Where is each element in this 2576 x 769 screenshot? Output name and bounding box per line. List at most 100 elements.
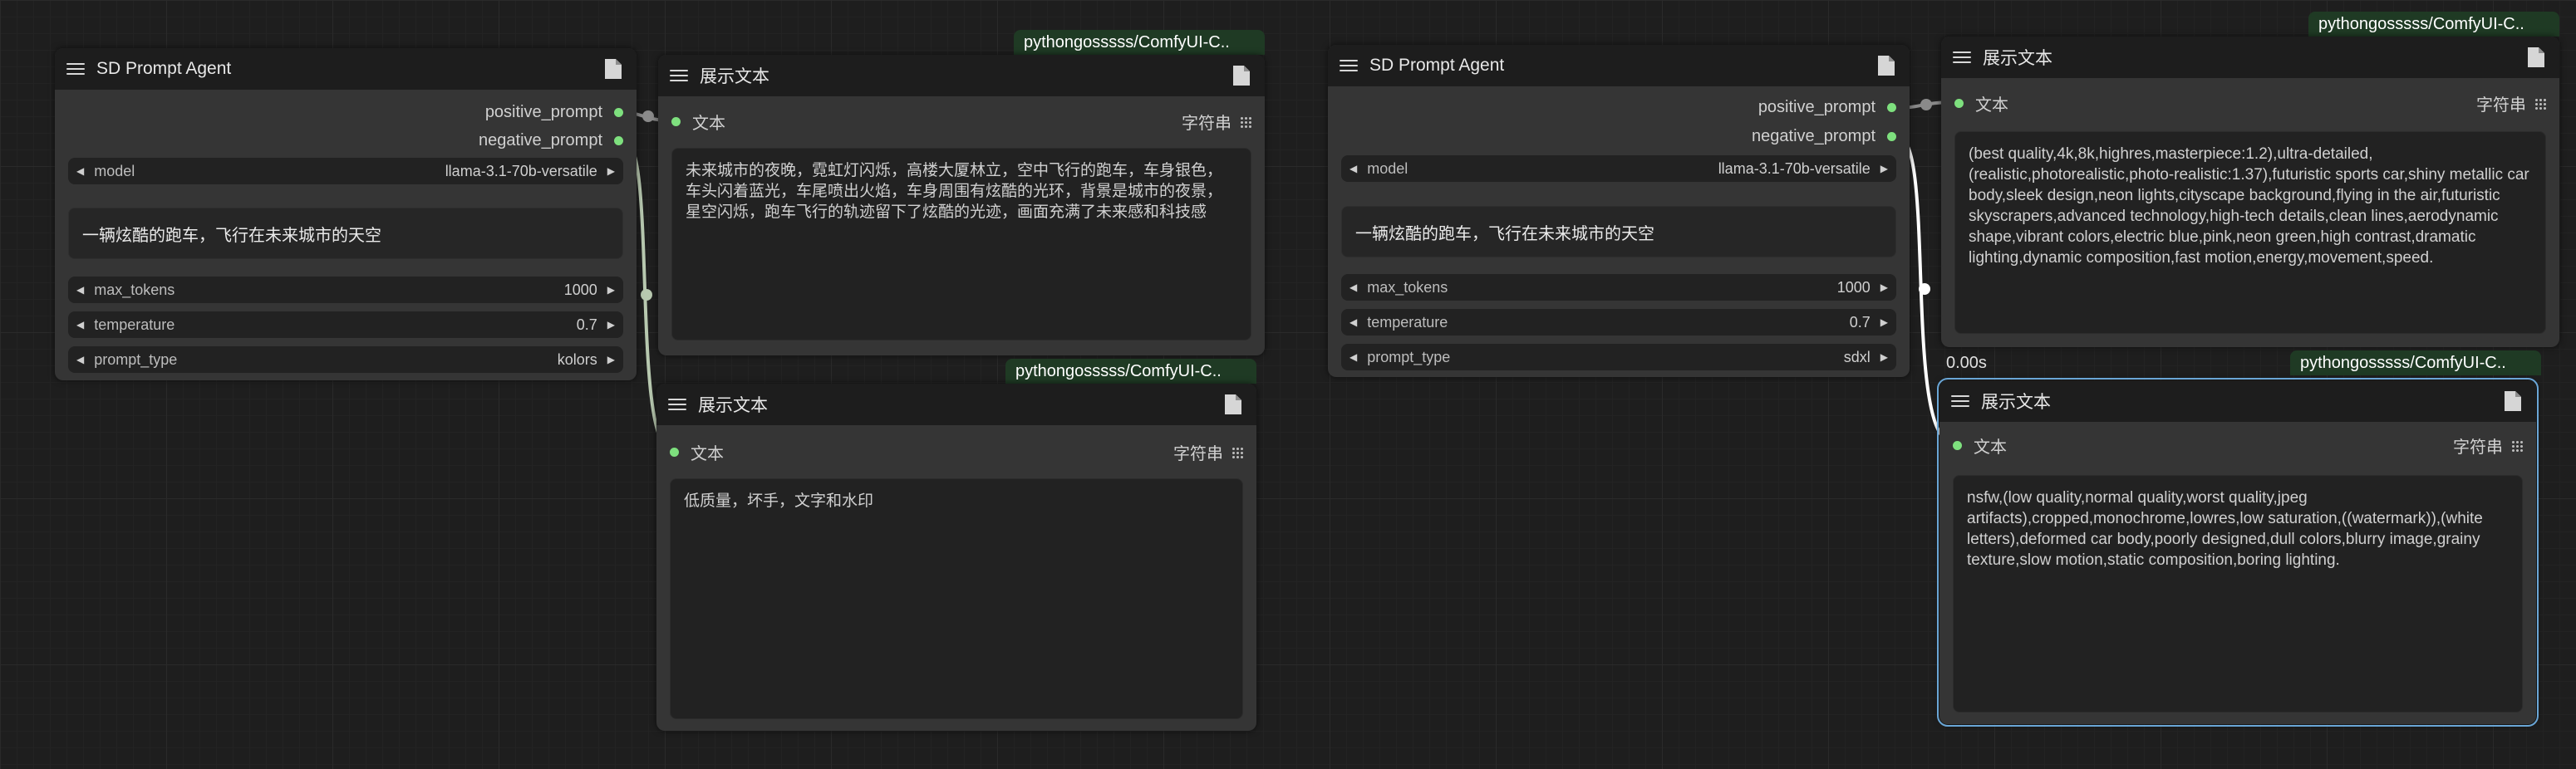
document-icon[interactable] — [605, 59, 622, 79]
prompt-type-widget[interactable]: ◀ prompt_type kolors ▶ — [68, 346, 623, 373]
arrow-right-icon[interactable]: ▶ — [1880, 316, 1888, 328]
node-title: SD Prompt Agent — [96, 59, 232, 78]
node-header[interactable]: 展示文本 — [656, 384, 1256, 425]
node-source-badge: pythongosssss/ComfyUI-C.. — [1014, 30, 1265, 55]
show-text-node-2[interactable]: 展示文本 文本 字符串 低质量，坏手，文字和水印 — [656, 384, 1256, 731]
input-label: 文本 — [691, 445, 724, 463]
widget-value: 0.7 — [1849, 313, 1871, 331]
execution-timer: 0.00s — [1946, 354, 1987, 372]
text-output-area[interactable]: 低质量，坏手，文字和水印 — [670, 478, 1243, 719]
node-header[interactable]: 展示文本 — [1939, 380, 2536, 422]
arrow-right-icon[interactable]: ▶ — [1880, 163, 1888, 174]
arrow-right-icon[interactable]: ▶ — [607, 319, 615, 331]
wire-midpoint-2 — [641, 289, 652, 301]
node-title: 展示文本 — [1981, 393, 2051, 412]
arrow-left-icon[interactable]: ◀ — [1349, 316, 1357, 328]
model-combo-widget[interactable]: ◀ model llama-3.1-70b-versatile ▶ — [1341, 155, 1896, 182]
show-text-node-3[interactable]: 展示文本 文本 字符串 (best quality,4k,8k,highres,… — [1941, 37, 2559, 347]
document-icon[interactable] — [1878, 56, 1895, 76]
widget-value: llama-3.1-70b-versatile — [1718, 159, 1871, 177]
grid-icon — [1231, 446, 1243, 458]
text-output-area[interactable]: nsfw,(low quality,normal quality,worst q… — [1953, 475, 2523, 713]
output-slot-negative-prompt[interactable]: negative_prompt — [479, 131, 623, 150]
arrow-left-icon[interactable]: ◀ — [76, 319, 84, 331]
arrow-left-icon[interactable]: ◀ — [76, 354, 84, 365]
prompt-input-field[interactable]: 一辆炫酷的跑车，飞行在未来城市的天空 — [1341, 206, 1896, 257]
node-title: 展示文本 — [698, 396, 768, 415]
text-output-area[interactable]: 未来城市的夜晚，霓虹灯闪烁，高楼大厦林立，空中飞行的跑车，车身银色，车头闪着蓝光… — [671, 148, 1251, 340]
slot-dot-icon[interactable] — [671, 117, 681, 126]
input-slot-text[interactable]: 文本 — [1953, 433, 2007, 458]
input-slot-text[interactable]: 文本 — [671, 110, 725, 134]
slot-type-label: 字符串 — [1173, 440, 1243, 464]
menu-icon[interactable] — [668, 399, 686, 410]
arrow-left-icon[interactable]: ◀ — [1349, 351, 1357, 363]
input-label: 文本 — [1975, 96, 2008, 115]
slot-dot-icon[interactable] — [1887, 103, 1896, 112]
node-source-badge: pythongosssss/ComfyUI-C.. — [2290, 350, 2541, 375]
node-source-badge: pythongosssss/ComfyUI-C.. — [2308, 12, 2559, 37]
show-text-node-4[interactable]: 展示文本 文本 字符串 nsfw,(low quality,normal qua… — [1937, 378, 2539, 727]
output-slot-positive-prompt[interactable]: positive_prompt — [485, 103, 623, 122]
document-icon[interactable] — [2505, 391, 2521, 411]
slot-dot-icon[interactable] — [1954, 99, 1964, 108]
node-header[interactable]: SD Prompt Agent — [1328, 45, 1910, 86]
temperature-widget[interactable]: ◀ temperature 0.7 ▶ — [1341, 309, 1896, 336]
slot-dot-icon[interactable] — [614, 108, 623, 117]
output-slot-positive-prompt[interactable]: positive_prompt — [1758, 98, 1896, 117]
arrow-right-icon[interactable]: ▶ — [607, 354, 615, 365]
node-header[interactable]: SD Prompt Agent — [55, 48, 637, 90]
type-label: 字符串 — [2453, 438, 2503, 457]
input-slot-text[interactable]: 文本 — [670, 440, 724, 464]
input-label: 文本 — [1974, 438, 2007, 457]
document-icon[interactable] — [1233, 66, 1250, 86]
output-label: positive_prompt — [1757, 98, 1875, 116]
prompt-input-field[interactable]: 一辆炫酷的跑车，飞行在未来城市的天空 — [68, 208, 623, 259]
temperature-widget[interactable]: ◀ temperature 0.7 ▶ — [68, 311, 623, 338]
arrow-left-icon[interactable]: ◀ — [76, 165, 84, 177]
sd-prompt-agent-node-1[interactable]: SD Prompt Agent positive_prompt negative… — [55, 48, 637, 380]
arrow-right-icon[interactable]: ▶ — [1880, 282, 1888, 293]
arrow-right-icon[interactable]: ▶ — [1880, 351, 1888, 363]
arrow-left-icon[interactable]: ◀ — [1349, 282, 1357, 293]
grid-icon — [2534, 97, 2546, 110]
menu-icon[interactable] — [66, 63, 85, 75]
widget-value: sdxl — [1843, 348, 1871, 365]
arrow-left-icon[interactable]: ◀ — [76, 284, 84, 296]
slot-dot-icon[interactable] — [670, 448, 679, 457]
show-text-node-1[interactable]: 展示文本 文本 字符串 未来城市的夜晚，霓虹灯闪烁，高楼大厦林立，空中飞行的跑车… — [658, 55, 1265, 355]
widget-value: 0.7 — [576, 316, 597, 333]
document-icon[interactable] — [2528, 47, 2544, 67]
menu-icon[interactable] — [1340, 60, 1358, 71]
widget-name: prompt_type — [94, 350, 178, 368]
arrow-left-icon[interactable]: ◀ — [1349, 163, 1357, 174]
max-tokens-widget[interactable]: ◀ max_tokens 1000 ▶ — [68, 277, 623, 303]
node-title: 展示文本 — [1983, 49, 2052, 68]
node-header[interactable]: 展示文本 — [658, 55, 1265, 96]
node-header[interactable]: 展示文本 — [1941, 37, 2559, 78]
widget-name: max_tokens — [94, 281, 175, 298]
widget-value: 1000 — [1836, 278, 1871, 296]
output-label: positive_prompt — [484, 103, 602, 121]
arrow-right-icon[interactable]: ▶ — [607, 284, 615, 296]
slot-type-label: 字符串 — [2453, 433, 2523, 458]
slot-dot-icon[interactable] — [1953, 441, 1962, 450]
widget-name: model — [1367, 159, 1408, 177]
arrow-right-icon[interactable]: ▶ — [607, 165, 615, 177]
input-slot-text[interactable]: 文本 — [1954, 91, 2008, 115]
type-label: 字符串 — [2476, 96, 2526, 115]
menu-icon[interactable] — [1951, 395, 1969, 407]
max-tokens-widget[interactable]: ◀ max_tokens 1000 ▶ — [1341, 274, 1896, 301]
slot-dot-icon[interactable] — [1887, 132, 1896, 141]
document-icon[interactable] — [1225, 394, 1241, 414]
model-combo-widget[interactable]: ◀ model llama-3.1-70b-versatile ▶ — [68, 158, 623, 184]
menu-icon[interactable] — [670, 70, 688, 81]
slot-dot-icon[interactable] — [614, 136, 623, 145]
grid-icon — [2511, 439, 2523, 452]
prompt-type-widget[interactable]: ◀ prompt_type sdxl ▶ — [1341, 344, 1896, 370]
text-output-area[interactable]: (best quality,4k,8k,highres,masterpiece:… — [1954, 131, 2546, 334]
sd-prompt-agent-node-2[interactable]: SD Prompt Agent positive_prompt negative… — [1328, 45, 1910, 377]
menu-icon[interactable] — [1953, 51, 1971, 63]
output-label: negative_prompt — [1752, 127, 1875, 145]
output-slot-negative-prompt[interactable]: negative_prompt — [1752, 127, 1896, 146]
